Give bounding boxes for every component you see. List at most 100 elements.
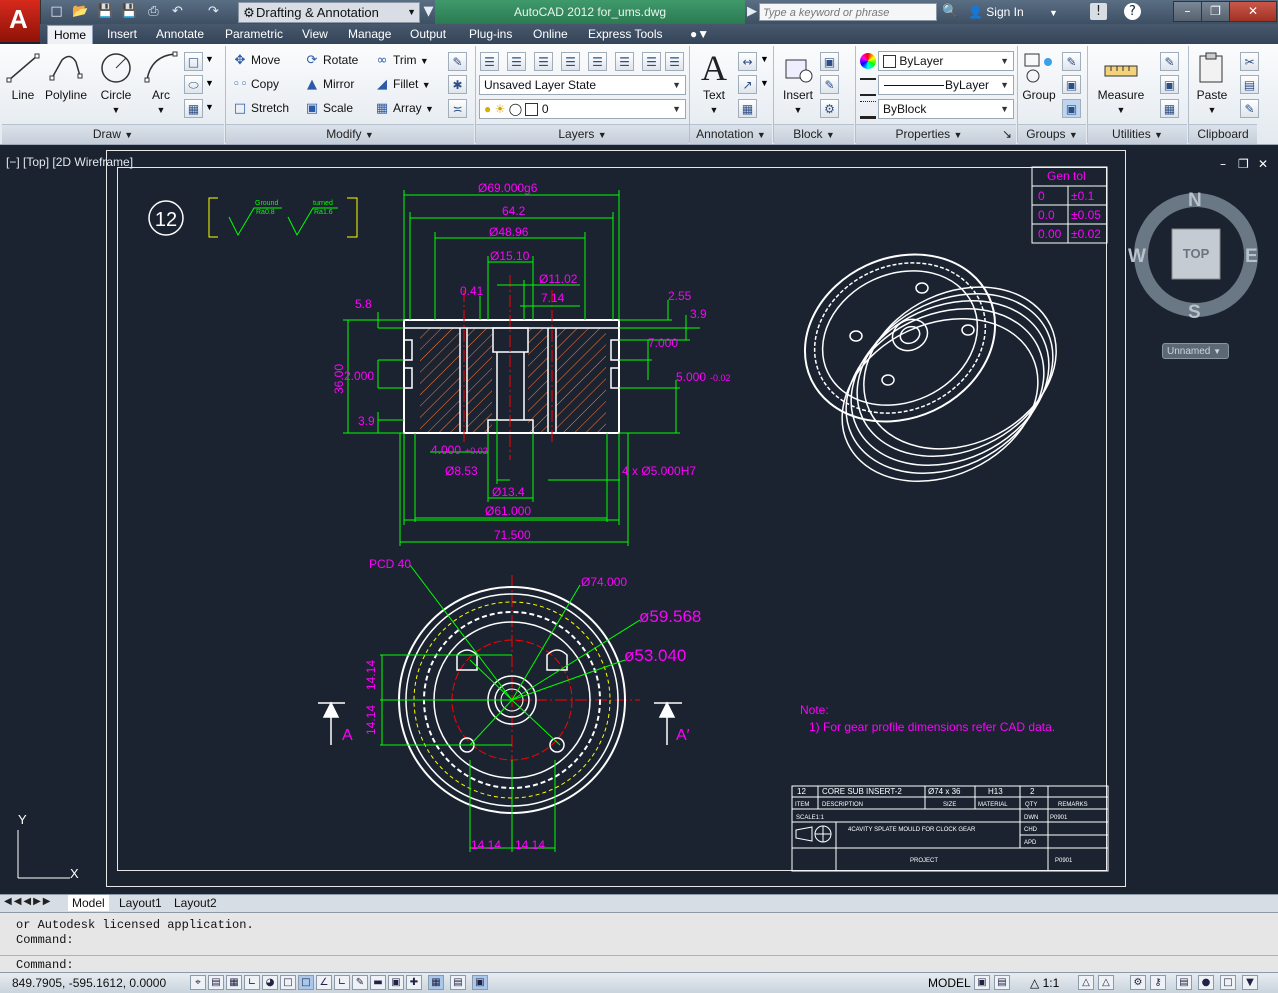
dim-text: 7.14 bbox=[541, 291, 565, 305]
coordinate-readout[interactable]: 849.7905, -595.1612, 0.0000 bbox=[12, 976, 166, 990]
clean-screen-icon[interactable]: □ bbox=[1220, 975, 1236, 990]
tb-cell: H13 bbox=[988, 787, 1003, 796]
gen-tol-cell: ±0.1 bbox=[1071, 189, 1095, 203]
tb-header: SIZE bbox=[943, 802, 956, 808]
lock-ui-icon[interactable]: ⚷ bbox=[1150, 975, 1166, 990]
object-snap-icon[interactable]: □ bbox=[280, 975, 296, 990]
tb-header: APD bbox=[1024, 840, 1037, 846]
tab-layout1[interactable]: Layout1 bbox=[115, 895, 166, 911]
surface-label-ground: Ground bbox=[255, 200, 278, 207]
tb-cell: Ø74 x 36 bbox=[928, 787, 961, 796]
model-space-button[interactable]: MODEL bbox=[928, 976, 971, 990]
quick-view-drawings-icon[interactable]: ▤ bbox=[994, 975, 1010, 990]
isolate-objects-icon[interactable]: ● bbox=[1198, 975, 1214, 990]
dim-text: 5.000 bbox=[676, 370, 706, 384]
gen-tol-cell: ±0.02 bbox=[1071, 227, 1101, 241]
annotation-monitor-icon[interactable]: ▤ bbox=[450, 975, 466, 990]
3d-osnap-icon[interactable]: □ bbox=[298, 975, 314, 990]
command-input[interactable]: Command: bbox=[16, 958, 74, 972]
dim-tolerance: +0.02 bbox=[465, 446, 488, 456]
compass-south-label[interactable]: S bbox=[1188, 302, 1201, 324]
layout-nav-arrows[interactable]: ◀◀◀▶▶ bbox=[4, 896, 52, 907]
tb-cell: 12 bbox=[797, 787, 806, 796]
command-history-line: or Autodesk licensed application. bbox=[16, 918, 254, 932]
dim-text: 64.2 bbox=[502, 204, 526, 218]
viewcube-top-face[interactable]: TOP bbox=[1172, 246, 1220, 261]
item-number: 12 bbox=[155, 209, 177, 231]
dim-text: 2.55 bbox=[668, 289, 692, 303]
lineweight-toggle-icon[interactable]: ▬ bbox=[370, 975, 386, 990]
gen-tol-header: Gen tol bbox=[1047, 169, 1086, 183]
gen-tol-cell: ±0.05 bbox=[1071, 208, 1101, 222]
dim-text: 4.000 bbox=[431, 443, 461, 457]
tb-cell: P0901 bbox=[1055, 858, 1073, 864]
tb-header: REMARKS bbox=[1058, 802, 1088, 808]
dim-text: 0.41 bbox=[460, 284, 484, 298]
dim-text: ø59.568 bbox=[639, 607, 701, 626]
dim-text: 2.000 bbox=[344, 369, 374, 383]
annotation-scale[interactable]: △ 1:1 bbox=[1030, 976, 1059, 990]
selection-cycling-icon[interactable]: ▦ bbox=[428, 975, 444, 990]
snap-mode-icon[interactable]: ▤ bbox=[208, 975, 224, 990]
dim-text: Ø15.10 bbox=[490, 249, 530, 263]
dynamic-ucs-icon[interactable]: ∟ bbox=[334, 975, 350, 990]
tab-model[interactable]: Model bbox=[68, 895, 109, 911]
dynamic-input-icon[interactable]: ✎ bbox=[352, 975, 368, 990]
dim-text: Ø74.000 bbox=[581, 575, 627, 589]
quick-properties-icon[interactable]: ✚ bbox=[406, 975, 422, 990]
section-label: A′ bbox=[676, 727, 690, 744]
general-tolerance-table: Gen tol 0 ±0.1 0.0 ±0.05 0.00 ±0.02 bbox=[1031, 166, 1108, 244]
grid-display-icon[interactable]: ▦ bbox=[226, 975, 242, 990]
command-history-line: Command: bbox=[16, 933, 74, 947]
quick-view-layouts-icon[interactable]: ▣ bbox=[974, 975, 990, 990]
polar-tracking-icon[interactable]: ◕ bbox=[262, 975, 278, 990]
section-label: A bbox=[342, 727, 353, 744]
annotation-scale-icon: △ bbox=[1030, 976, 1043, 990]
ucs-icon: Y X bbox=[17, 812, 79, 881]
auto-scale-icon[interactable]: △ bbox=[1098, 975, 1114, 990]
dim-text: 3.9 bbox=[358, 414, 375, 428]
command-divider bbox=[0, 955, 1278, 956]
dim-text: 4 x Ø5.000H7 bbox=[622, 464, 696, 478]
tb-cell: CORE SUB INSERT-2 bbox=[822, 787, 902, 796]
transparency-icon[interactable]: ▣ bbox=[388, 975, 404, 990]
annotation-visibility-icon[interactable]: △ bbox=[1078, 975, 1094, 990]
compass-west-label[interactable]: W bbox=[1128, 246, 1146, 268]
dim-text: Ø61.000 bbox=[485, 504, 531, 518]
tb-header: ITEM bbox=[795, 802, 809, 808]
ortho-mode-icon[interactable]: ∟ bbox=[244, 975, 260, 990]
dim-tolerance: -0.02 bbox=[710, 373, 731, 383]
dim-text: Ø69.000g6 bbox=[478, 181, 538, 195]
tb-header: DESCRIPTION bbox=[822, 802, 863, 808]
compass-north-label[interactable]: N bbox=[1188, 190, 1202, 212]
ucs-dropdown[interactable]: Unnamed ▼ bbox=[1162, 343, 1229, 359]
surface-value-turned: Ra1.6 bbox=[314, 209, 333, 216]
ucs-value: Unnamed bbox=[1167, 346, 1211, 357]
dim-text: 14.14 bbox=[471, 838, 501, 852]
hardware-acceleration-icon[interactable]: ▤ bbox=[1176, 975, 1192, 990]
tb-header: MATERIAL bbox=[978, 802, 1008, 808]
tb-cell: 2 bbox=[1030, 787, 1035, 796]
infer-constraints-icon[interactable]: ⌖ bbox=[190, 975, 206, 990]
workspace-switching-icon[interactable]: ⚙ bbox=[1130, 975, 1146, 990]
tb-project-title: 4CAVITY SPLATE MOULD FOR CLOCK GEAR bbox=[848, 827, 976, 833]
object-snap-tracking-icon[interactable]: ∠ bbox=[316, 975, 332, 990]
dim-text: 36.00 bbox=[332, 364, 346, 394]
dim-text: 14.14 bbox=[515, 838, 545, 852]
section-view: Ø69.000g6 64.2 Ø48.96 Ø15.10 Ø11.02 0.41… bbox=[332, 181, 731, 546]
annotation-scale-value: 1:1 bbox=[1042, 976, 1060, 990]
dim-text: 3.9 bbox=[690, 307, 707, 321]
gen-tol-cell: 0 bbox=[1038, 189, 1045, 203]
command-window: or Autodesk licensed application. Comman… bbox=[0, 912, 1278, 973]
surface-label-turned: turned bbox=[313, 200, 333, 207]
status-bar-menu-icon[interactable]: ▼ bbox=[1242, 975, 1258, 990]
note-text: 1) For gear profile dimensions refer CAD… bbox=[809, 720, 1055, 734]
tab-layout2[interactable]: Layout2 bbox=[170, 895, 221, 911]
model-space-icon[interactable]: ▣ bbox=[472, 975, 488, 990]
dim-text: 14.14 bbox=[364, 660, 378, 690]
compass-east-label[interactable]: E bbox=[1245, 246, 1258, 268]
surface-value-ground: Ra0.8 bbox=[256, 209, 275, 216]
ucs-y-label: Y bbox=[18, 812, 27, 827]
cad-drawing[interactable]: 12 Ground Ra0.8 turned Ra1.6 Gen tol 0 ±… bbox=[0, 0, 1278, 992]
dim-text: 71.500 bbox=[494, 528, 531, 542]
